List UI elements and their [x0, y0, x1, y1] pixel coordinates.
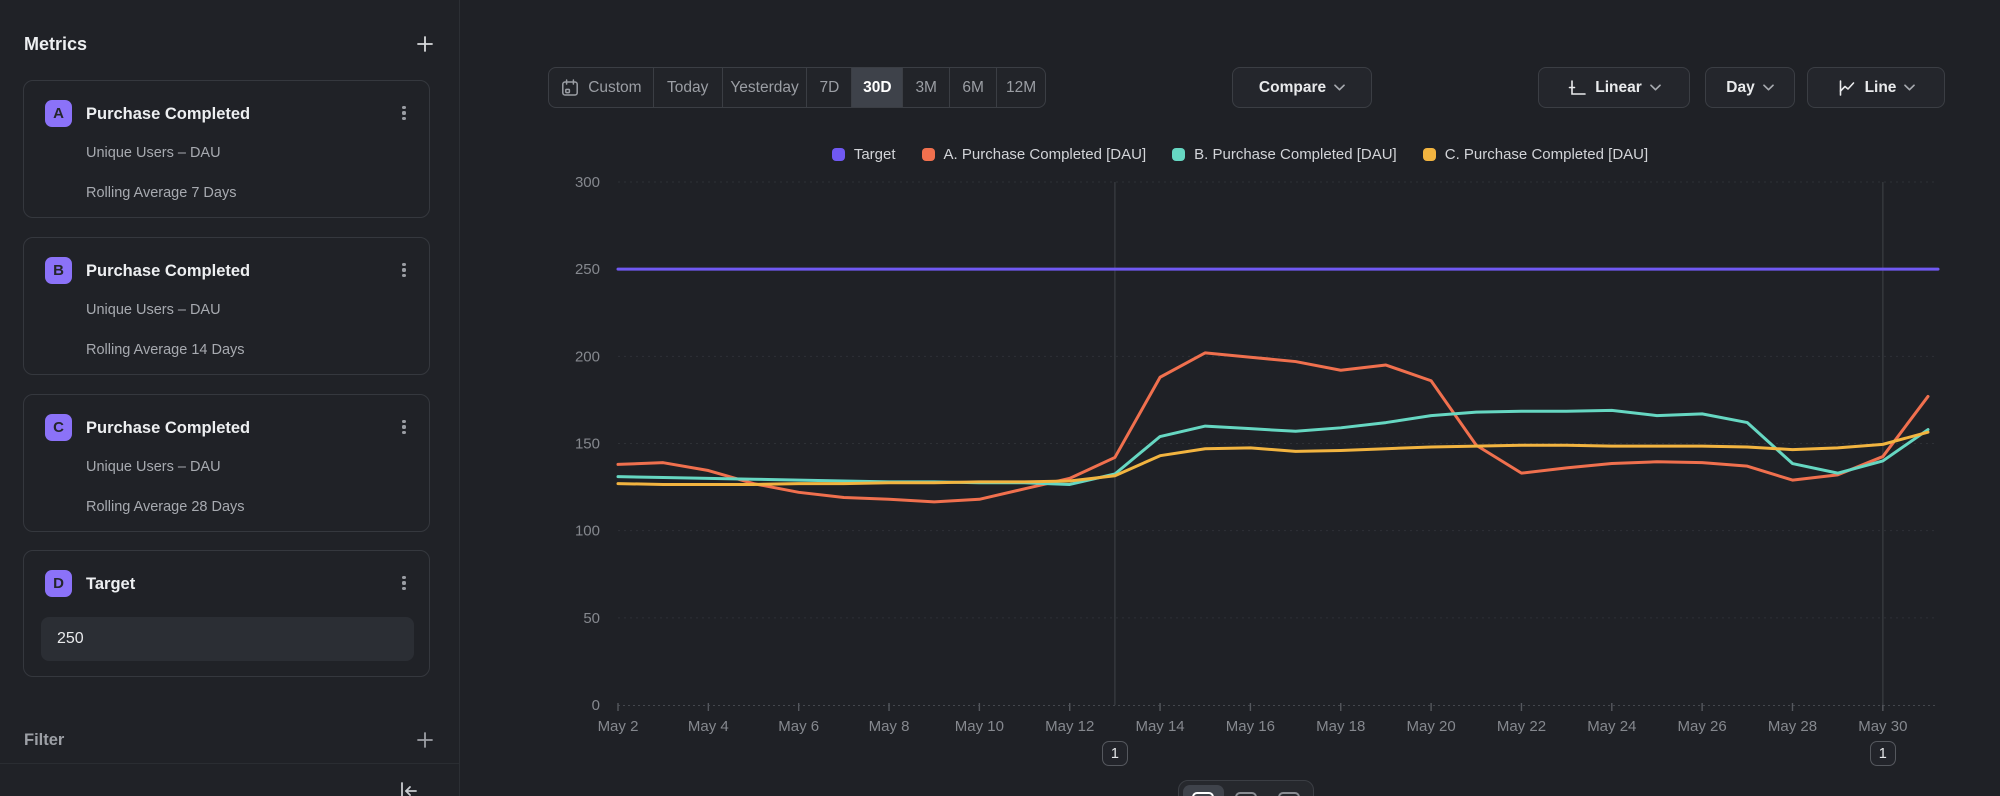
- chart-view-icon: [1191, 791, 1215, 796]
- y-axis-label: 100: [575, 523, 600, 540]
- x-axis-label: May 28: [1768, 718, 1817, 735]
- card-view-icon: [1277, 791, 1301, 796]
- y-axis-label: 50: [583, 610, 600, 627]
- x-axis-label: May 14: [1135, 718, 1184, 735]
- y-axis-label: 300: [575, 174, 600, 191]
- y-axis-label: 200: [575, 348, 600, 365]
- view-toggle-control: [1178, 780, 1314, 796]
- y-axis-label: 150: [575, 436, 600, 453]
- y-axis-label: 250: [575, 261, 600, 278]
- x-axis-label: May 6: [778, 718, 819, 735]
- x-axis-label: May 16: [1226, 718, 1275, 735]
- series-line[interactable]: [618, 432, 1928, 484]
- x-axis-label: May 18: [1316, 718, 1365, 735]
- annotation-badge[interactable]: 1: [1102, 741, 1128, 766]
- x-axis-label: May 30: [1858, 718, 1907, 735]
- x-axis-label: May 20: [1407, 718, 1456, 735]
- line-chart[interactable]: 0 50 100 150 200 250 300 May 2 May 4 May 6 May 8 Ma…: [0, 0, 2000, 796]
- x-axis-label: May 24: [1587, 718, 1636, 735]
- x-axis-label: May 8: [869, 718, 910, 735]
- view-toggle-table[interactable]: [1226, 785, 1267, 796]
- view-toggle-line[interactable]: [1183, 785, 1224, 796]
- x-axis-label: May 26: [1678, 718, 1727, 735]
- y-axis-label: 0: [592, 697, 600, 714]
- x-axis-label: May 12: [1045, 718, 1094, 735]
- annotation-badge[interactable]: 1: [1870, 741, 1896, 766]
- table-view-icon: [1234, 791, 1258, 796]
- x-axis-label: May 4: [688, 718, 729, 735]
- analytics-dashboard: { "colors": { "metric_badge": "#8b72f8",…: [0, 0, 2000, 796]
- view-toggle-card[interactable]: [1268, 785, 1309, 796]
- x-axis-label: May 10: [955, 718, 1004, 735]
- x-axis-label: May 2: [598, 718, 639, 735]
- x-axis-label: May 22: [1497, 718, 1546, 735]
